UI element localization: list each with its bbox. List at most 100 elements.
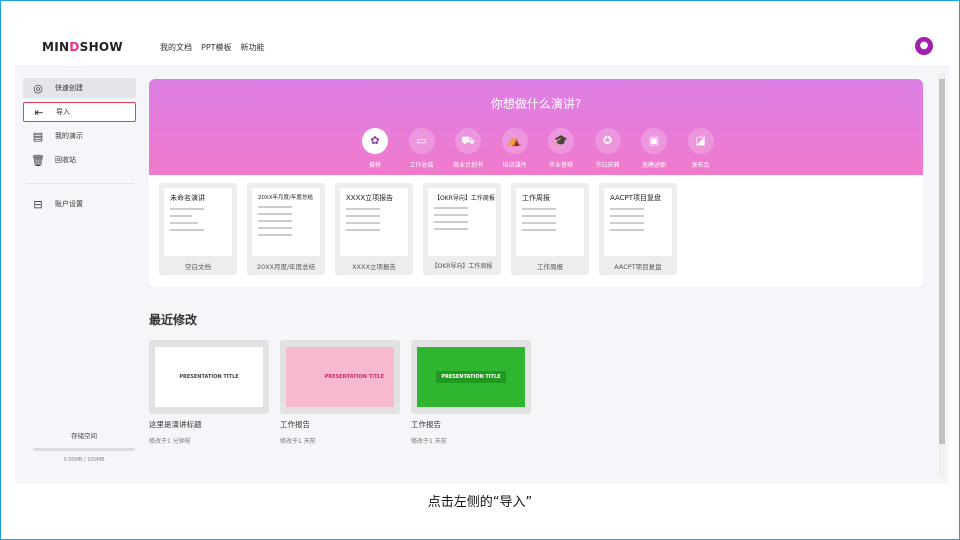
- recent-time: 修改于1 天前: [280, 438, 316, 445]
- template-preview: 【OKR导向】工作周报: [428, 188, 496, 256]
- recent-thumbnail: PRESENTATION TITLE: [149, 340, 269, 414]
- nav-new-features[interactable]: 新功能: [241, 42, 265, 53]
- category-launch[interactable]: ◪ 发布会: [683, 128, 719, 169]
- account-icon: ⊟: [33, 197, 43, 211]
- storage-bar: [33, 448, 135, 451]
- template-label: AACPT项目复盘: [614, 263, 662, 271]
- category-label: 工作总结: [409, 162, 434, 169]
- template-title: 20XX年月度/年度总结: [258, 195, 313, 201]
- sidebar-item-label: 账户设置: [55, 200, 83, 208]
- recent-time: 修改于1 天前: [411, 438, 447, 445]
- template-preview: 未命名演讲: [164, 188, 232, 256]
- user-icon: ●: [919, 40, 929, 51]
- sidebar-item-label: 我的演示: [55, 132, 83, 140]
- brain-icon: ◎: [33, 81, 43, 95]
- recent-card[interactable]: PRESENTATION TITLE 这里是演讲标题 修改于1 分钟前: [149, 340, 269, 445]
- storage-value: 0.00MB / 100MB: [63, 457, 105, 463]
- template-card[interactable]: 20XX年月度/年度总结 20XX月度/年度总结: [247, 183, 325, 275]
- import-icon: ⇤: [34, 105, 44, 119]
- nav-ppt-templates[interactable]: PPT模板: [201, 42, 232, 53]
- template-title: 未命名演讲: [170, 194, 205, 202]
- hero-banner: 你想做什么演讲? ✿ 推荐 ▭ 工作总结 ⛟ 商业计划书 ⛺ 培训课件 🎓 毕业答辩 ✪ 节…: [149, 79, 923, 175]
- monitor-icon: ▭: [408, 128, 435, 154]
- thumbnail-title: PRESENTATION TITLE: [436, 371, 506, 383]
- template-card[interactable]: 【OKR导向】工作周报 【OKR导向】工作周报: [423, 183, 501, 275]
- template-card[interactable]: AACPT项目复盘 AACPT项目复盘: [599, 183, 677, 275]
- category-label: 竞聘述职: [641, 162, 666, 169]
- report-icon: ▣: [641, 128, 667, 154]
- scrollbar-thumb[interactable]: [939, 79, 945, 444]
- user-avatar[interactable]: ●: [915, 37, 933, 55]
- hero-title: 你想做什么演讲?: [490, 97, 582, 111]
- medal-icon: ✪: [594, 128, 621, 154]
- template-title: XXXX立项报告: [346, 194, 394, 202]
- category-label: 毕业答辩: [548, 162, 573, 169]
- storage-panel: 存储空间 0.00MB / 100MB: [33, 430, 135, 463]
- recent-thumbnail: PRESENTATION TITLE: [411, 340, 531, 414]
- category-label: 节日庆典: [595, 162, 620, 169]
- category-job-report[interactable]: ▣ 竞聘述职: [636, 128, 672, 169]
- sidebar: ◎ 快速创建 ⇤ 导入 ▤ 我的演示 🗑 回收站 ⊟ 账户设置 存储空间 0.00MB /…: [15, 68, 143, 484]
- category-training[interactable]: ⛺ 培训课件: [497, 128, 533, 169]
- truck-icon: ⛟: [455, 128, 481, 154]
- category-business-plan[interactable]: ⛟ 商业计划书: [450, 128, 486, 169]
- category-festival[interactable]: ✪ 节日庆典: [590, 128, 626, 169]
- template-preview: XXXX立项报告: [340, 188, 408, 256]
- sidebar-item-import[interactable]: ⇤ 导入: [23, 102, 136, 122]
- template-card[interactable]: XXXX立项报告 XXXX立项报告: [335, 183, 413, 275]
- nav-my-docs[interactable]: 我的文档: [160, 42, 192, 53]
- top-bar: MINDSHOW 我的文档 PPT模板 新功能 ●: [15, 27, 949, 67]
- template-preview: 工作周报: [516, 188, 584, 256]
- logo-text: MIN: [42, 40, 70, 54]
- recent-name: 工作报告: [411, 420, 441, 429]
- category-work-summary[interactable]: ▭ 工作总结: [404, 128, 440, 169]
- palette-icon: ✿: [362, 128, 388, 154]
- recent-card[interactable]: PRESENTATION TITLE 工作报告修改于1 天前: [280, 340, 400, 445]
- thumbnail-title: PRESENTATION TITLE: [324, 374, 384, 380]
- thumbnail-title: PRESENTATION TITLE: [179, 374, 239, 380]
- trash-icon: 🗑: [31, 153, 45, 167]
- category-label: 培训课件: [502, 162, 527, 169]
- template-card[interactable]: 未命名演讲 空白文档: [159, 183, 237, 275]
- recent-name: 工作报告: [280, 420, 310, 429]
- category-label: 推荐: [368, 162, 381, 169]
- presentation-icon: ▤: [32, 129, 44, 143]
- category-list: ✿ 推荐 ▭ 工作总结 ⛟ 商业计划书 ⛺ 培训课件 🎓 毕业答辩 ✪ 节日庆典 ▣ 竞聘述职…: [357, 128, 719, 169]
- sidebar-item-my-presentations[interactable]: ▤ 我的演示: [23, 126, 136, 146]
- sidebar-item-label: 导入: [56, 108, 70, 116]
- storage-label: 存储空间: [71, 432, 97, 440]
- category-graduation[interactable]: 🎓 毕业答辩: [543, 128, 579, 169]
- sidebar-item-quick-create[interactable]: ◎ 快速创建: [23, 78, 136, 98]
- category-label: 发布会: [691, 162, 710, 169]
- template-label: 【OKR导向】工作周报: [431, 263, 493, 270]
- template-label: 20XX月度/年度总结: [256, 263, 316, 271]
- recent-list: PRESENTATION TITLE 这里是演讲标题 修改于1 分钟前 PRESEN…: [149, 340, 923, 445]
- template-preview: AACPT项目复盘: [604, 188, 672, 256]
- graduation-cap-icon: 🎓: [548, 128, 574, 154]
- logo-text: D: [69, 40, 80, 54]
- category-recommended[interactable]: ✿ 推荐: [357, 128, 393, 169]
- template-card[interactable]: 工作周报 工作周报: [511, 183, 589, 275]
- recent-section-title: 最近修改: [149, 313, 198, 327]
- recent-card[interactable]: PRESENTATION TITLE 工作报告修改于1 天前: [411, 340, 531, 445]
- top-nav: 我的文档 PPT模板 新功能: [160, 42, 265, 53]
- template-title: AACPT项目复盘: [610, 194, 662, 202]
- template-title: 工作周报: [522, 194, 550, 202]
- template-label: XXXX立项报告: [352, 263, 396, 271]
- teacher-icon: ⛺: [501, 128, 528, 154]
- template-title: 【OKR导向】工作周报: [434, 195, 495, 202]
- template-label: 工作周报: [537, 263, 563, 271]
- chart-icon: ◪: [687, 128, 714, 154]
- sidebar-item-trash[interactable]: 🗑 回收站: [23, 150, 136, 170]
- template-list: 未命名演讲 空白文档 20XX年月度/年度总结 20XX月度/年度总结 XXXX立项…: [149, 175, 923, 287]
- recent-name: 这里是演讲标题: [149, 420, 202, 429]
- sidebar-item-label: 快速创建: [55, 84, 83, 92]
- sidebar-item-label: 回收站: [55, 156, 76, 164]
- logo[interactable]: MINDSHOW: [42, 40, 123, 54]
- sidebar-item-account-settings[interactable]: ⊟ 账户设置: [23, 194, 136, 214]
- recent-thumbnail: PRESENTATION TITLE: [280, 340, 400, 414]
- scrollbar[interactable]: [939, 73, 945, 478]
- recent-time: 修改于1 分钟前: [149, 438, 191, 445]
- template-preview: 20XX年月度/年度总结: [252, 188, 320, 256]
- category-label: 商业计划书: [452, 162, 483, 169]
